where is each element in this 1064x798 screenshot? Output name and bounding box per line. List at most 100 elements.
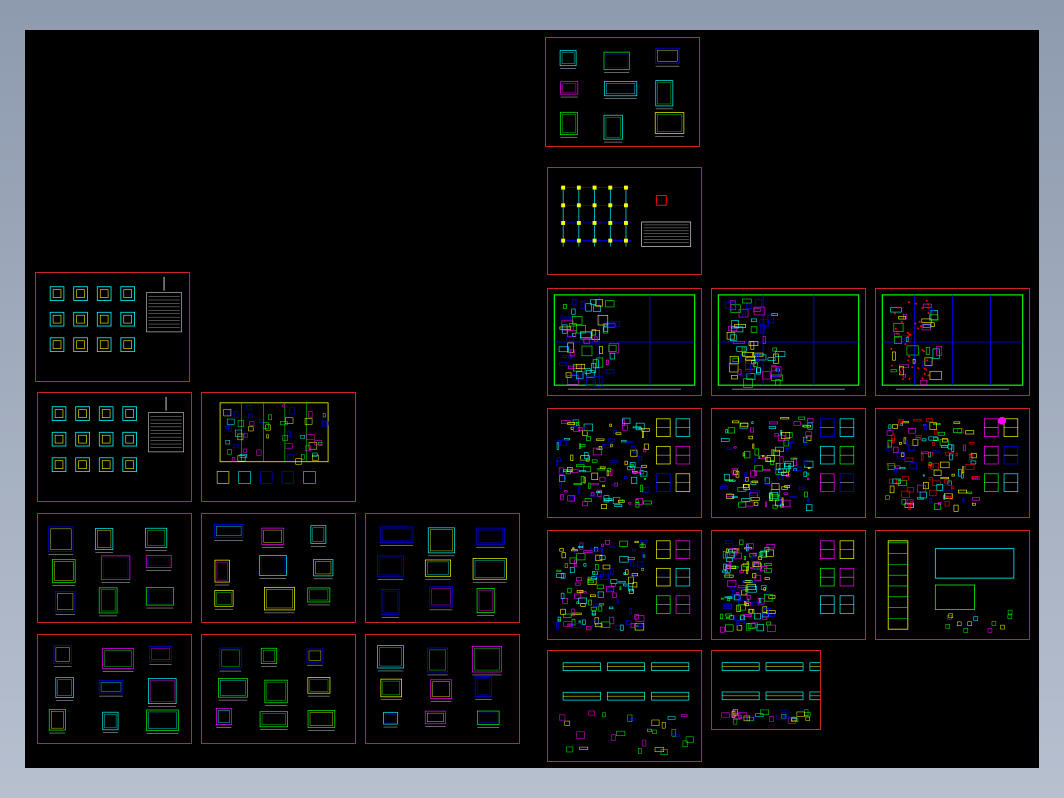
cad-line xyxy=(747,599,750,602)
cad-line xyxy=(599,555,606,560)
drawing-sheet-frame[interactable] xyxy=(201,513,356,623)
drawing-sheet-frame[interactable] xyxy=(37,634,192,744)
drawing-sheet-frame[interactable] xyxy=(201,392,356,502)
cad-line xyxy=(102,648,134,670)
cad-line xyxy=(558,467,564,475)
cad-line xyxy=(57,593,74,610)
cad-line xyxy=(911,366,914,369)
cad-line xyxy=(618,580,626,584)
cad-line xyxy=(261,557,285,574)
cad-line xyxy=(596,357,604,368)
cad-line xyxy=(237,433,244,441)
cad-line xyxy=(727,427,735,434)
cad-line xyxy=(148,678,177,704)
drawing-sheet-frame[interactable] xyxy=(37,513,192,623)
cad-line xyxy=(266,434,269,439)
cad-line xyxy=(263,529,282,543)
cad-line xyxy=(592,203,597,208)
cad-drawing-viewport[interactable] xyxy=(25,30,1039,768)
cad-line xyxy=(564,563,568,568)
drawing-sheet-frame[interactable] xyxy=(711,650,821,730)
cad-line xyxy=(751,556,758,563)
cad-line xyxy=(475,527,505,545)
cad-line xyxy=(572,547,575,550)
drawing-sheet-frame[interactable] xyxy=(35,272,190,382)
cad-line xyxy=(577,427,583,431)
drawing-linework xyxy=(216,647,336,731)
cad-line xyxy=(573,364,582,372)
cad-line xyxy=(636,560,644,568)
cad-line xyxy=(592,238,597,243)
cad-line xyxy=(917,367,920,370)
drawing-linework xyxy=(885,416,1019,512)
cad-line xyxy=(584,368,591,374)
drawing-sheet-frame[interactable] xyxy=(37,392,192,502)
drawing-sheet-frame[interactable] xyxy=(365,513,520,623)
cad-line xyxy=(381,589,400,615)
cad-line xyxy=(736,620,745,625)
cad-line xyxy=(717,294,860,386)
cad-line xyxy=(805,716,810,721)
drawing-sheet-frame[interactable] xyxy=(875,288,1030,396)
cad-line xyxy=(752,443,755,449)
cad-line xyxy=(590,606,597,611)
cad-line xyxy=(908,428,916,434)
cad-line xyxy=(582,619,586,625)
drawing-sheet-frame[interactable] xyxy=(711,530,866,640)
drawing-sheet-frame[interactable] xyxy=(547,408,702,518)
cad-line xyxy=(622,417,631,424)
cad-line xyxy=(218,678,248,698)
cad-line xyxy=(758,456,761,459)
cad-line xyxy=(427,561,449,575)
cad-line xyxy=(560,111,578,136)
drawing-sheet-frame[interactable] xyxy=(547,650,702,762)
cad-line xyxy=(893,312,896,315)
cad-line xyxy=(629,464,634,467)
drawing-sheet-frame[interactable] xyxy=(545,37,700,147)
cad-line xyxy=(765,457,771,462)
cad-line xyxy=(120,337,135,352)
cad-line xyxy=(101,460,111,469)
cad-line xyxy=(896,451,905,460)
drawing-sheet-frame[interactable] xyxy=(365,634,520,744)
drawing-sheet-frame[interactable] xyxy=(875,530,1030,640)
cad-line xyxy=(799,486,805,490)
drawing-linework xyxy=(717,294,860,390)
cad-line xyxy=(424,559,451,577)
drawing-sheet-frame[interactable] xyxy=(547,288,702,396)
cad-line xyxy=(762,606,768,613)
cad-line xyxy=(566,746,574,753)
cad-line xyxy=(750,567,754,569)
cad-line xyxy=(1000,624,1005,630)
cad-line xyxy=(754,448,759,456)
cad-line xyxy=(731,375,738,380)
cad-line xyxy=(573,483,583,485)
cad-line xyxy=(216,471,230,484)
cad-line xyxy=(750,318,757,323)
cad-line xyxy=(908,355,911,358)
cad-line xyxy=(932,442,936,446)
drawing-sheet-frame[interactable] xyxy=(711,408,866,518)
cad-line xyxy=(783,492,789,495)
drawing-sheet-frame[interactable] xyxy=(547,530,702,640)
drawing-sheet-frame[interactable] xyxy=(711,288,866,396)
cad-line xyxy=(610,568,614,575)
drawing-sheet-frame[interactable] xyxy=(201,634,356,744)
cad-line xyxy=(639,544,646,548)
cad-line xyxy=(720,626,725,633)
cad-line xyxy=(309,679,329,692)
cad-line xyxy=(751,421,754,424)
cad-line xyxy=(225,440,231,445)
cad-line xyxy=(941,445,948,449)
cad-line xyxy=(237,419,244,427)
drawing-sheet-frame[interactable] xyxy=(875,408,1030,518)
cad-line xyxy=(754,458,757,463)
cad-line xyxy=(556,622,559,630)
drawing-sheet-frame[interactable] xyxy=(547,167,702,275)
cad-line xyxy=(887,463,895,470)
cad-line xyxy=(961,473,964,479)
cad-line xyxy=(793,421,801,426)
cad-line xyxy=(923,372,926,375)
cad-line xyxy=(429,649,446,671)
cad-line xyxy=(643,487,650,493)
